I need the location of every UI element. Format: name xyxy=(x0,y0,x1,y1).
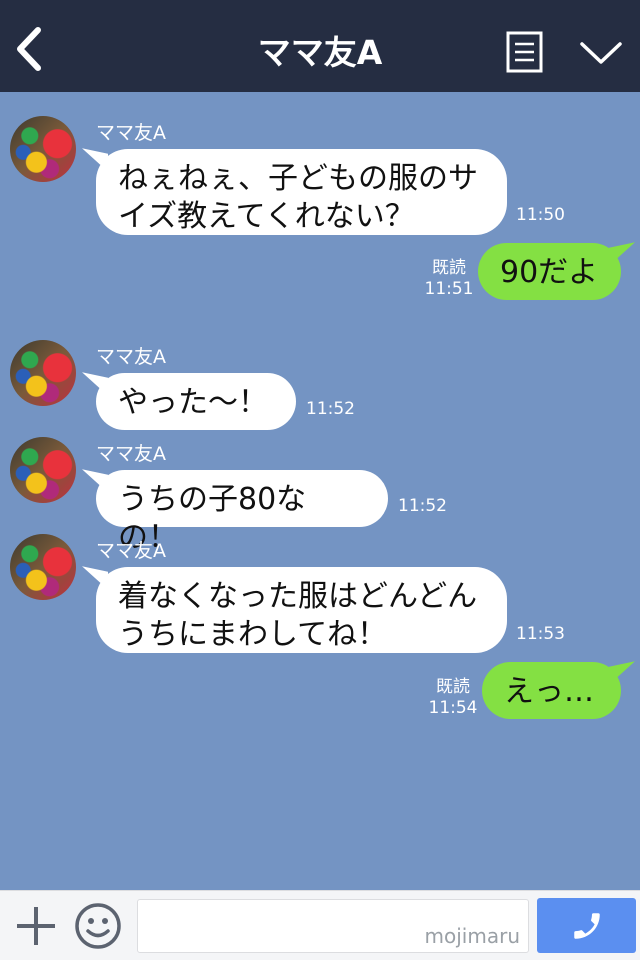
avatar[interactable] xyxy=(10,340,76,406)
incoming-message-bubble[interactable]: うちの子80なの！ xyxy=(96,470,388,555)
avatar[interactable] xyxy=(10,116,76,182)
plus-icon xyxy=(17,907,55,945)
message-text: 90だよ xyxy=(500,255,599,290)
message-text-line: 着なくなった服はどんどん xyxy=(118,579,478,614)
message-text: えっ… xyxy=(504,674,594,709)
chat-area[interactable]: ママ友A ねぇねぇ、子どもの服のサ イズ教えてくれない？ 11:50 既読 11… xyxy=(0,92,640,890)
sender-name: ママ友A xyxy=(96,540,166,562)
read-status: 既読 11:51 xyxy=(423,258,475,300)
incoming-message-bubble[interactable]: やった〜！ xyxy=(96,373,296,430)
message-time: 11:53 xyxy=(516,624,565,644)
message-text: やった〜！ xyxy=(118,385,268,420)
sender-name: ママ友A xyxy=(96,122,166,144)
read-status: 既読 11:54 xyxy=(427,677,479,719)
message-time: 11:52 xyxy=(398,496,447,516)
call-button[interactable] xyxy=(537,898,636,953)
add-button[interactable] xyxy=(14,904,58,948)
incoming-message-bubble[interactable]: 着なくなった服はどんどん うちにまわしてね！ xyxy=(96,567,507,653)
emoji-button[interactable] xyxy=(74,902,122,950)
message-text-line: ねぇねぇ、子どもの服のサ xyxy=(118,161,478,196)
message-input[interactable]: mojimaru xyxy=(137,899,529,953)
watermark: mojimaru xyxy=(424,924,520,948)
incoming-message-bubble[interactable]: ねぇねぇ、子どもの服のサ イズ教えてくれない？ xyxy=(96,149,507,235)
avatar[interactable] xyxy=(10,534,76,600)
read-receipt: 既読 xyxy=(436,677,470,697)
outgoing-message-bubble[interactable]: えっ… xyxy=(482,662,621,719)
menu-button[interactable] xyxy=(506,31,543,73)
sender-name: ママ友A xyxy=(96,346,166,368)
menu-icon xyxy=(506,31,543,73)
message-time: 11:54 xyxy=(428,698,478,718)
collapse-button[interactable] xyxy=(578,38,624,68)
smiley-icon xyxy=(75,903,121,949)
phone-icon xyxy=(574,913,600,939)
chevron-down-icon xyxy=(580,42,622,64)
outgoing-message-bubble[interactable]: 90だよ xyxy=(478,243,621,300)
input-bar: mojimaru xyxy=(0,890,640,960)
chat-header: ママ友A xyxy=(0,0,640,92)
message-text-line: イズ教えてくれない？ xyxy=(118,199,415,234)
read-receipt: 既読 xyxy=(432,258,466,278)
message-time: 11:52 xyxy=(306,399,355,419)
message-text-line: うちにまわしてね！ xyxy=(118,617,388,652)
message-time: 11:50 xyxy=(516,205,565,225)
chat-title: ママ友A xyxy=(257,33,383,72)
message-time: 11:51 xyxy=(424,279,474,299)
sender-name: ママ友A xyxy=(96,443,166,465)
avatar[interactable] xyxy=(10,437,76,503)
